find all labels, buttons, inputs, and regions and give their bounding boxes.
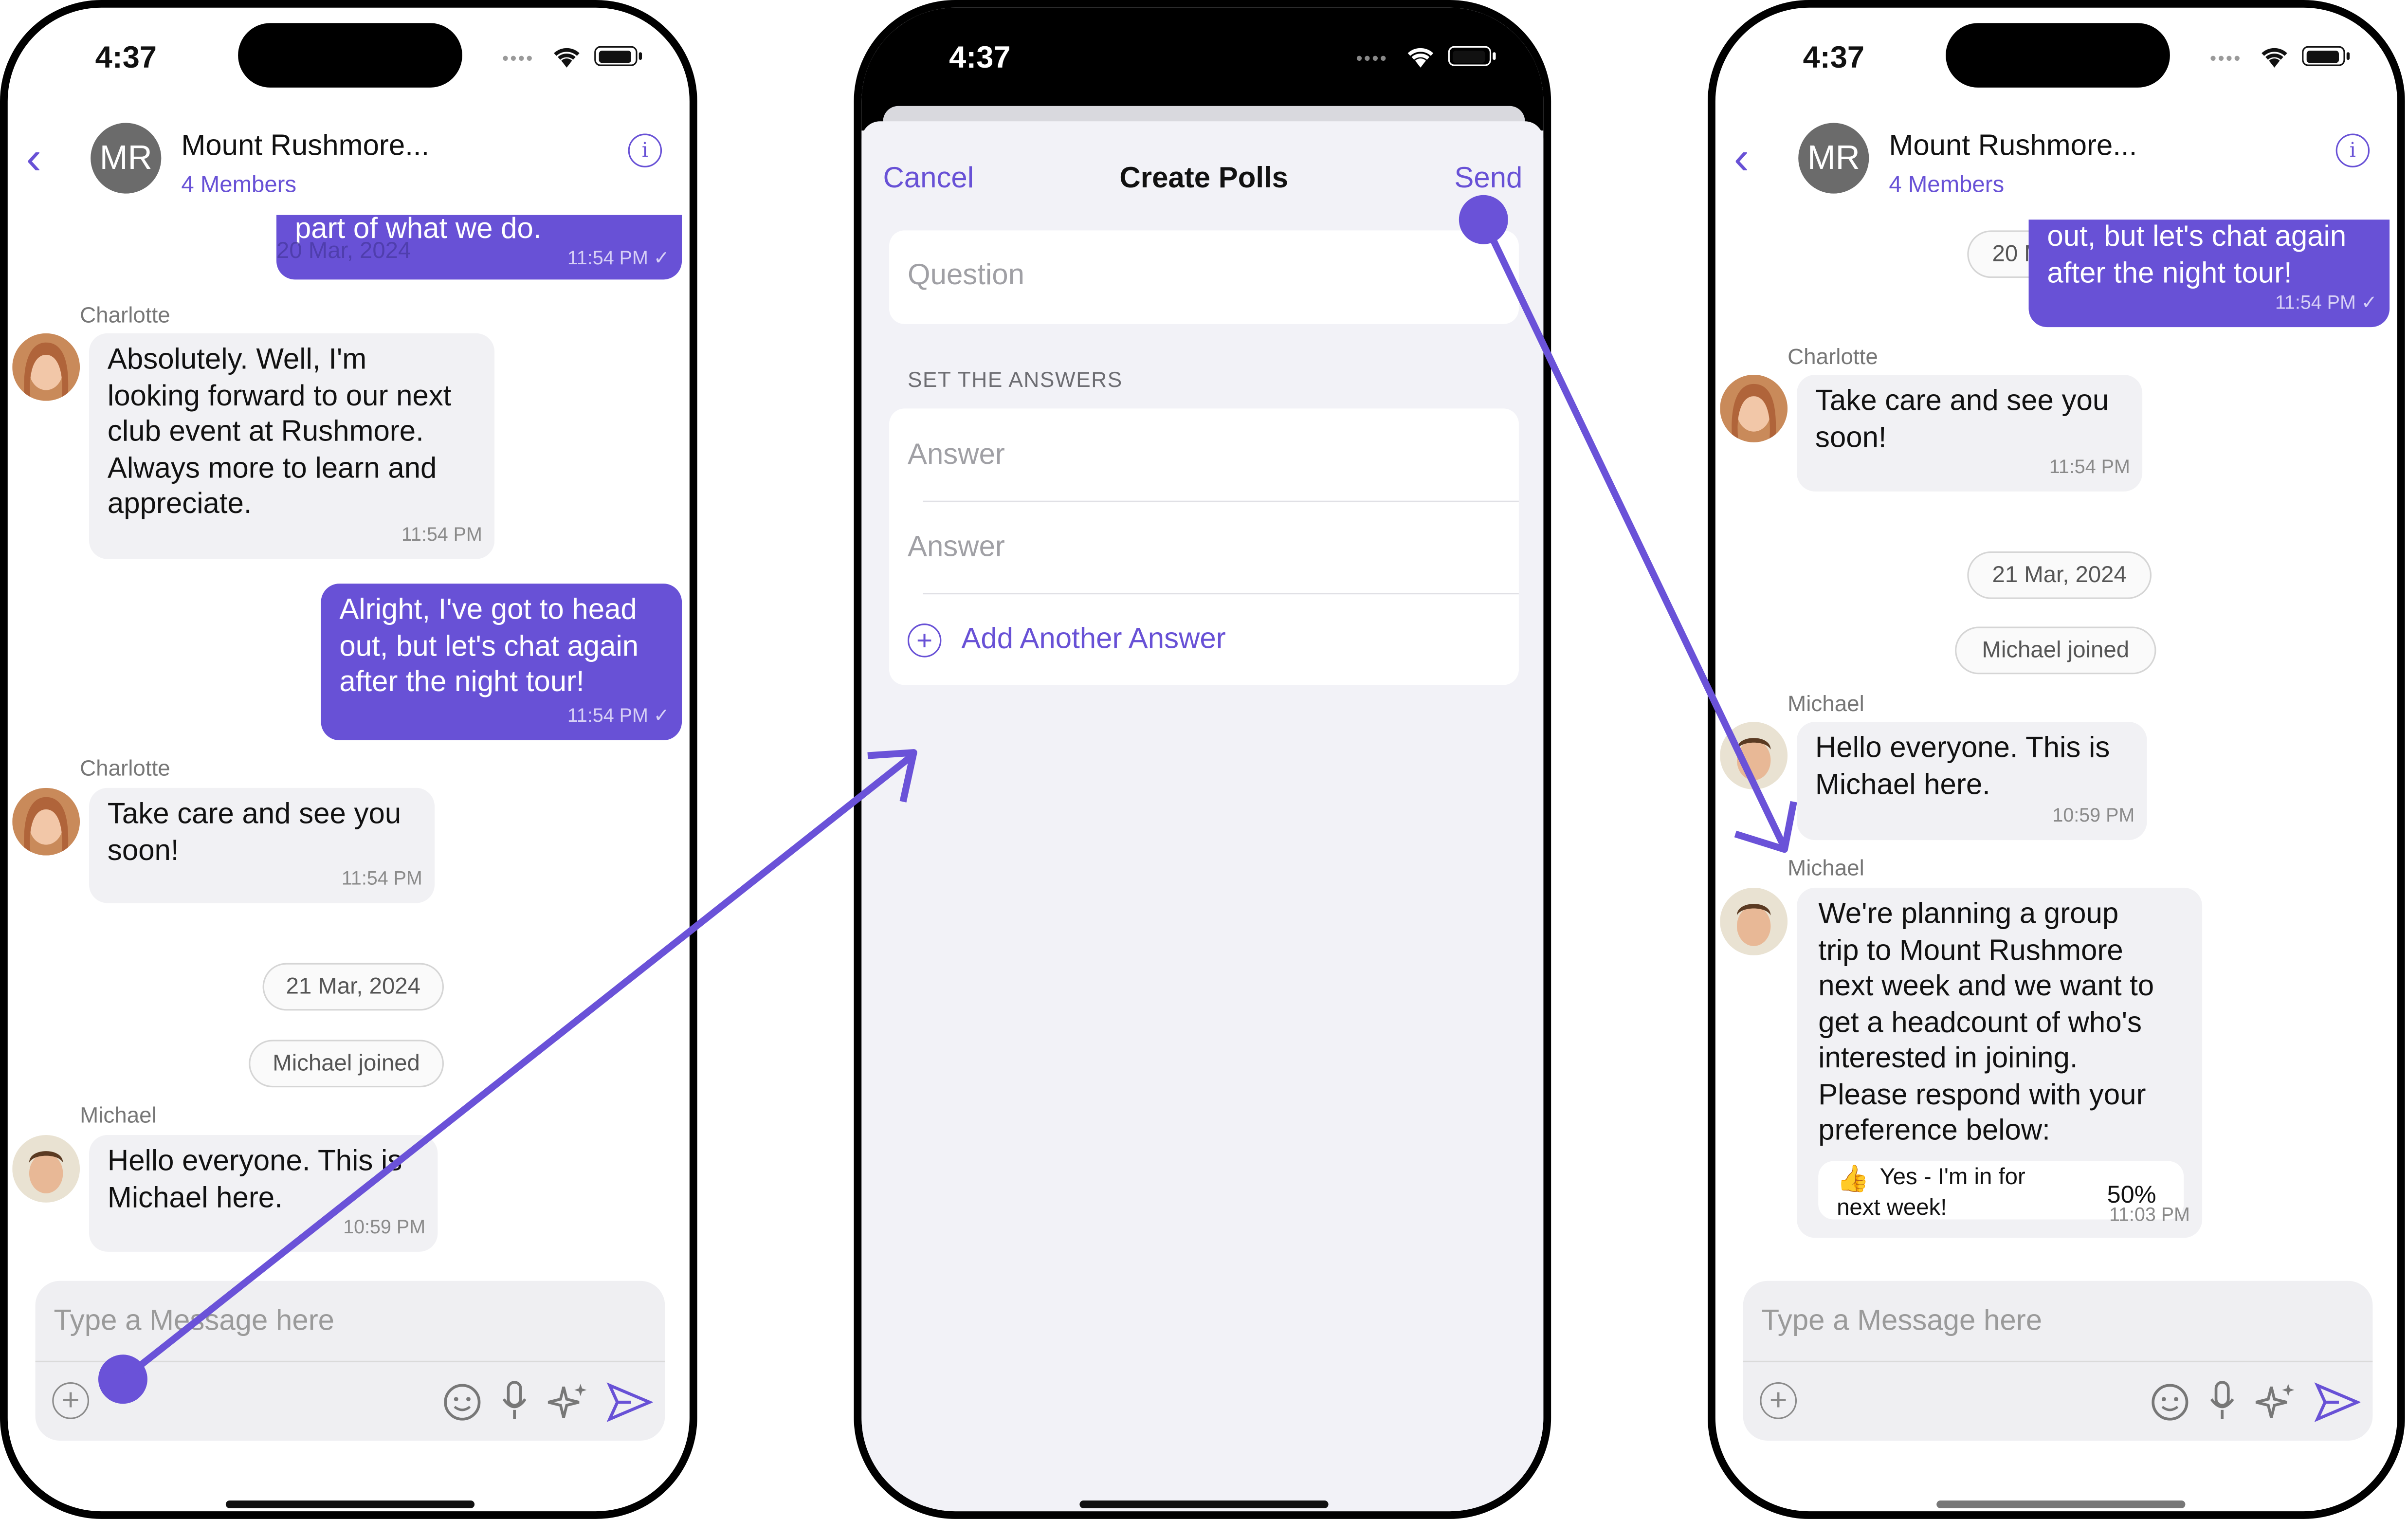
- arrow-send-to-result: [1459, 195, 1797, 853]
- arrow-attach-to-poll: [98, 749, 917, 1404]
- annotation-overlay: [98, 195, 1797, 1404]
- stage: 4:37 •••• ‹ MR Mount Rushmore... 4 Membe…: [0, 0, 2408, 1519]
